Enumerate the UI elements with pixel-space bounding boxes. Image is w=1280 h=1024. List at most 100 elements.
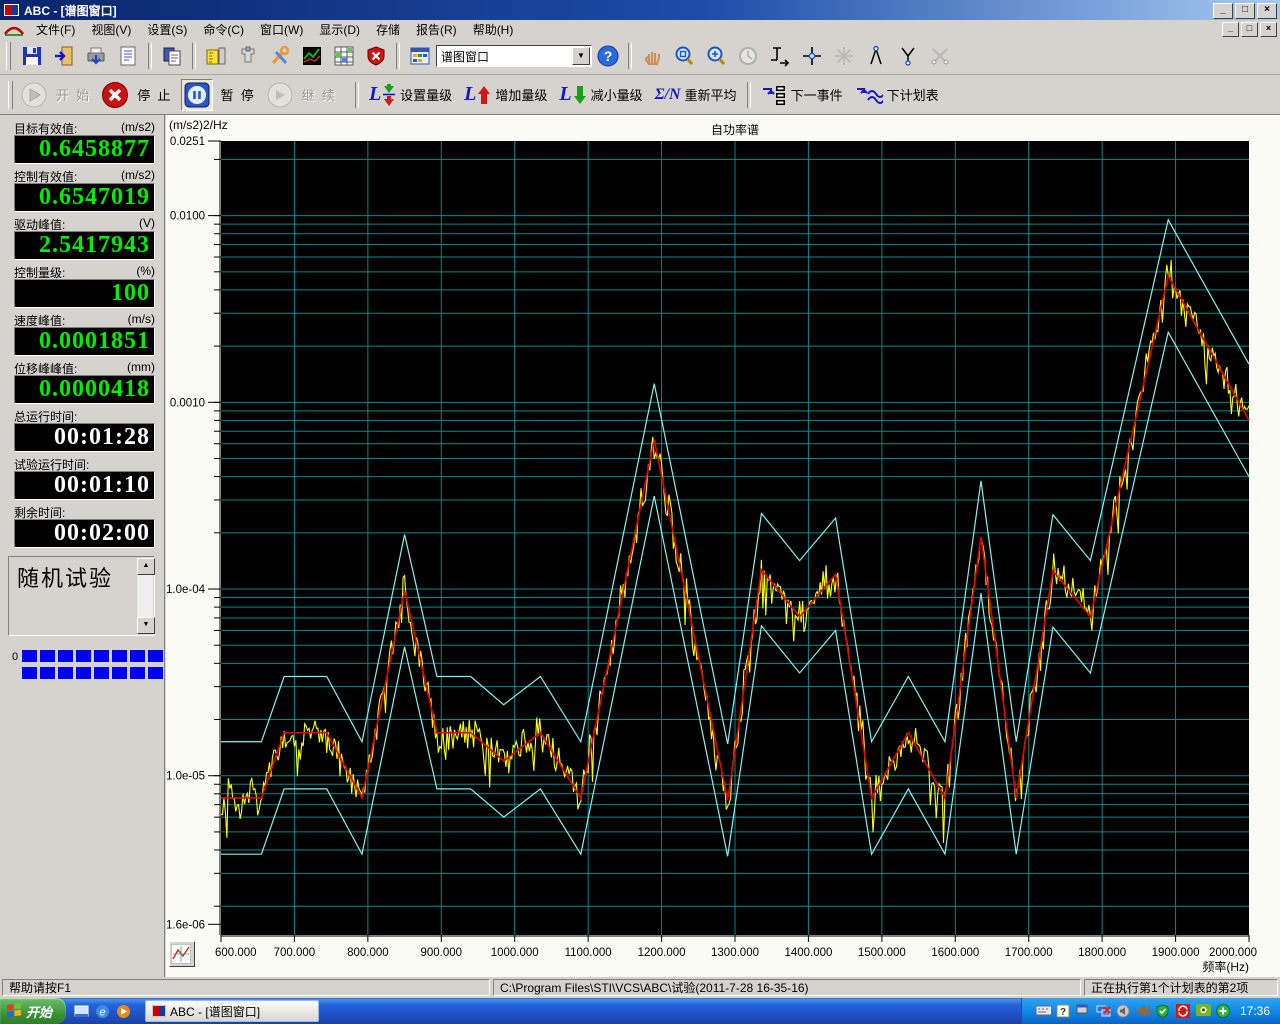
report-button[interactable]	[113, 41, 143, 71]
test-name-box[interactable]: 随机试验 ▲ ▼	[8, 556, 155, 636]
measure-icon	[768, 45, 792, 67]
keyboard-icon[interactable]	[1036, 1004, 1051, 1019]
window-grid-button[interactable]	[405, 41, 435, 71]
test-name-scrollbar[interactable]: ▲ ▼	[137, 558, 153, 634]
measure-button[interactable]	[765, 41, 795, 71]
ruler-icon	[205, 45, 227, 67]
nvidia-icon[interactable]	[1196, 1004, 1211, 1019]
progress-label: 0	[12, 651, 18, 679]
menu-view[interactable]: 视图(V)	[83, 20, 139, 39]
increase-level-label: 增加量级	[495, 85, 547, 104]
volume-icon[interactable]	[1136, 1004, 1151, 1019]
sync-red-icon[interactable]	[1176, 1004, 1191, 1019]
field-label: 控制量级:	[14, 264, 65, 279]
table-button[interactable]	[329, 41, 359, 71]
scroll-up-button[interactable]: ▲	[137, 558, 155, 575]
help-button[interactable]: ?	[593, 41, 623, 71]
pause-button[interactable]	[181, 79, 213, 111]
history-button[interactable]	[733, 41, 763, 71]
svg-text:900.000: 900.000	[420, 947, 462, 959]
shield-green-icon[interactable]	[1156, 1004, 1171, 1019]
menu-report[interactable]: 报告(R)	[408, 20, 465, 39]
combo-dropdown-arrow[interactable]: ▼	[572, 47, 590, 65]
mdi-close-button[interactable]: ×	[1260, 22, 1277, 37]
continue-button[interactable]	[265, 80, 295, 110]
spectrum-plot[interactable]: 0.02510.01000.00101.0e-041.0e-051.6e-066…	[166, 115, 1280, 977]
taskbar-window-button[interactable]: ABC - [谱图窗口]	[145, 1000, 319, 1022]
plot-settings-button[interactable]	[169, 941, 195, 967]
start-button[interactable]	[19, 80, 49, 110]
control-toolbar: 开 始 停 止 暂 停 继 续 L 设置量级 L 增加量级 L 减小量级 Σ/N…	[0, 75, 1280, 115]
window-select-combo[interactable]: 谱图窗口 ▼	[436, 45, 592, 67]
maximize-button[interactable]: □	[1235, 3, 1255, 19]
menu-help[interactable]: 帮助(H)	[465, 20, 522, 39]
menu-command[interactable]: 命令(C)	[195, 20, 252, 39]
lcd-value-0: 0.6458877	[14, 135, 155, 164]
network-error-icon[interactable]	[1096, 1004, 1111, 1019]
start-menu-button[interactable]: 开始	[0, 998, 66, 1024]
health-green-icon[interactable]	[1216, 1004, 1231, 1019]
menu-storage[interactable]: 存储	[368, 20, 408, 39]
set-level-icon: L	[369, 83, 396, 107]
scroll-down-button[interactable]: ▼	[137, 617, 155, 634]
field-unit: (V)	[139, 216, 155, 231]
marker-pick-button[interactable]	[861, 41, 891, 71]
save-button[interactable]	[17, 41, 47, 71]
increase-level-button[interactable]: L 增加量级	[464, 83, 547, 106]
progress-square	[40, 650, 55, 662]
tray-help-icon[interactable]: ?	[1056, 1004, 1071, 1019]
menu-settings[interactable]: 设置(S)	[139, 20, 195, 39]
print-button[interactable]	[81, 41, 111, 71]
show-desktop-icon[interactable]	[74, 1004, 89, 1019]
menu-display[interactable]: 显示(D)	[311, 20, 368, 39]
status-path: C:\Program Files\STI\VCS\ABC\试验(2011-7-2…	[493, 979, 1081, 996]
marker-delete-icon	[929, 45, 951, 67]
import-button[interactable]	[49, 41, 79, 71]
zoom-box-button[interactable]	[669, 41, 699, 71]
menu-window[interactable]: 窗口(W)	[252, 20, 311, 39]
internet-explorer-icon[interactable]: e	[95, 1004, 110, 1019]
re-average-button[interactable]: Σ/N 重新平均	[655, 85, 737, 104]
mdi-minimize-button[interactable]: _	[1222, 22, 1239, 37]
field-label: 目标有效值:	[14, 120, 77, 135]
field-test-run-time: 试验运行时间:00:01:10	[14, 456, 155, 500]
menu-file[interactable]: 文件(F)	[28, 20, 83, 39]
ruler-button[interactable]	[201, 41, 231, 71]
x-axis-label: 频率(Hz)	[1149, 958, 1249, 975]
svg-text:1300.000: 1300.000	[711, 947, 759, 959]
next-event-button[interactable]: 下一事件	[761, 84, 843, 106]
next-schedule-button[interactable]: 下计划表	[855, 84, 939, 106]
marker-harmonic-button[interactable]	[893, 41, 923, 71]
increase-level-icon: L	[464, 83, 491, 106]
svg-text:1100.000: 1100.000	[565, 947, 612, 959]
mute-icon[interactable]	[1116, 1004, 1131, 1019]
zoom-in-button[interactable]	[701, 41, 731, 71]
next-schedule-label: 下计划表	[887, 85, 939, 104]
window-layout-icon[interactable]	[1076, 1004, 1091, 1019]
decrease-level-button[interactable]: L 减小量级	[559, 83, 642, 106]
crosshair-button[interactable]	[797, 41, 827, 71]
minimize-button[interactable]: _	[1213, 3, 1233, 19]
marker-pick-icon	[865, 45, 887, 67]
marker-delete-button[interactable]	[925, 41, 955, 71]
graph-settings-button[interactable]	[297, 41, 327, 71]
mdi-restore-button[interactable]: □	[1241, 22, 1258, 37]
copy-icon	[161, 45, 183, 67]
security-button[interactable]	[361, 41, 391, 71]
next-event-label: 下一事件	[791, 85, 843, 104]
svg-text:1.6e-06: 1.6e-06	[166, 919, 205, 931]
close-button[interactable]: ×	[1257, 3, 1277, 19]
tools-button[interactable]	[265, 41, 295, 71]
task-app-icon	[152, 1005, 166, 1017]
title-bar: ABC - [谱图窗口] _ □ ×	[0, 0, 1280, 20]
stop-button[interactable]	[100, 80, 130, 110]
clamp-button[interactable]	[233, 41, 263, 71]
copy-button[interactable]	[157, 41, 187, 71]
report-icon	[117, 45, 139, 67]
help-icon: ?	[596, 44, 620, 68]
star-button[interactable]	[829, 41, 859, 71]
pan-hand-button[interactable]	[637, 41, 667, 71]
set-level-button[interactable]: L 设置量级	[369, 83, 452, 107]
svg-text:0.0100: 0.0100	[170, 211, 205, 223]
media-player-icon[interactable]	[116, 1004, 131, 1019]
